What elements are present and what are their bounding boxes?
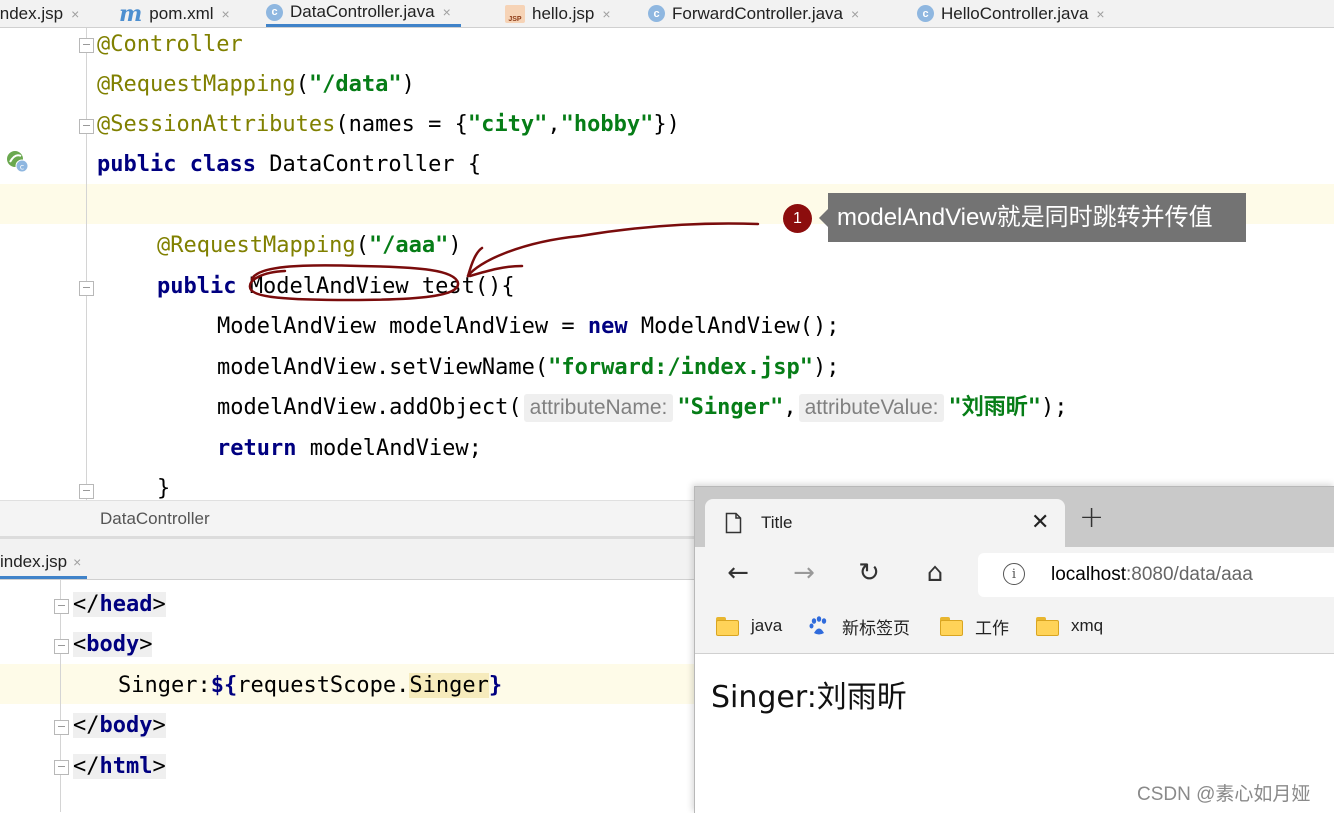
browser-window: Title ✕ + ← → ↻ ⌂ i localhost:8080/data/… bbox=[694, 486, 1334, 813]
close-icon[interactable]: × bbox=[73, 554, 81, 570]
folder-icon bbox=[716, 617, 739, 636]
java-class-icon: c bbox=[648, 5, 665, 22]
jsp-editor[interactable]: </head> <body> Singer:${requestScope.Sin… bbox=[0, 580, 700, 812]
fold-marker[interactable] bbox=[79, 119, 94, 134]
code-line-10: modelAndView.addObject(attributeName: "Si… bbox=[217, 394, 1068, 422]
jsp-line-5: </html> bbox=[73, 754, 166, 779]
browser-tab[interactable]: Title ✕ bbox=[705, 499, 1065, 547]
parameter-hint: attributeValue: bbox=[798, 394, 945, 422]
code-line-9: modelAndView.setViewName("forward:/index… bbox=[217, 355, 840, 380]
page-icon bbox=[725, 512, 742, 534]
code-line-8: ModelAndView modelAndView = new ModelAnd… bbox=[217, 314, 840, 339]
forward-icon[interactable]: → bbox=[788, 557, 820, 589]
browser-titlebar: Title ✕ + bbox=[695, 487, 1334, 547]
close-icon[interactable]: × bbox=[602, 6, 610, 22]
close-icon[interactable]: ✕ bbox=[1031, 510, 1049, 535]
browser-tab-title: Title bbox=[761, 513, 793, 532]
info-icon[interactable]: i bbox=[1003, 563, 1025, 585]
code-line-12: } bbox=[157, 476, 171, 500]
editor-tab-bar: index.jsp × m pom.xml × c DataController… bbox=[0, 0, 1334, 28]
bookmark-work[interactable]: 工作 bbox=[940, 614, 1009, 638]
watermark: CSDN @素心如月娅 bbox=[1137, 784, 1311, 805]
tab-index-jsp[interactable]: index.jsp × bbox=[0, 0, 79, 27]
code-line-7: public ModelAndView test(){ bbox=[157, 274, 515, 299]
svg-text:c: c bbox=[20, 163, 24, 172]
jsp-line-3: Singer:${requestScope.Singer} bbox=[118, 673, 503, 698]
gutter-divider bbox=[86, 28, 87, 500]
fold-marker[interactable] bbox=[54, 760, 69, 775]
fold-marker[interactable] bbox=[79, 484, 94, 499]
code-line-3: @SessionAttributes(names = {"city","hobb… bbox=[97, 112, 680, 137]
tab-hello-jsp[interactable]: JSP hello.jsp × bbox=[505, 0, 611, 27]
fold-marker[interactable] bbox=[79, 281, 94, 296]
tab-pom-xml[interactable]: m pom.xml × bbox=[119, 0, 230, 27]
jsp-line-1: </head> bbox=[73, 592, 166, 617]
jsp-line-2: <body> bbox=[73, 632, 153, 657]
parameter-hint: attributeName: bbox=[523, 394, 674, 422]
page-output-text: Singer:刘雨昕 bbox=[711, 680, 907, 715]
tab-index-jsp-bottom[interactable]: index.jsp × bbox=[0, 547, 88, 579]
close-icon[interactable]: × bbox=[851, 6, 859, 22]
bookmark-xmq[interactable]: xmq bbox=[1036, 614, 1103, 638]
breadcrumb: DataController bbox=[0, 500, 700, 537]
back-icon[interactable]: ← bbox=[722, 557, 754, 589]
code-line-2: @RequestMapping("/data") bbox=[97, 72, 415, 97]
spring-bean-icon[interactable]: c bbox=[6, 150, 28, 172]
jsp-file-icon: JSP bbox=[505, 4, 525, 23]
callout-note: modelAndView就是同时跳转并传值 bbox=[828, 193, 1246, 242]
maven-icon: m bbox=[119, 0, 143, 27]
close-icon[interactable]: × bbox=[1096, 6, 1104, 22]
new-tab-icon[interactable]: + bbox=[1079, 503, 1104, 533]
callout-pointer bbox=[819, 209, 828, 227]
bottom-editor-tab-bar: index.jsp × bbox=[0, 539, 700, 580]
bookmark-new-tab[interactable]: 新标签页 bbox=[808, 614, 910, 638]
fold-marker[interactable] bbox=[79, 38, 94, 53]
java-class-icon: c bbox=[917, 5, 934, 22]
reload-icon[interactable]: ↻ bbox=[853, 557, 885, 589]
code-editor[interactable]: c @Controller @RequestMapping("/data") @… bbox=[0, 28, 1334, 500]
home-icon[interactable]: ⌂ bbox=[919, 557, 951, 589]
code-line-11: return modelAndView; bbox=[217, 436, 482, 461]
jsp-line-4: </body> bbox=[73, 713, 166, 738]
code-line-1: @Controller bbox=[97, 32, 243, 57]
close-icon[interactable]: × bbox=[443, 4, 451, 20]
code-line-4: public class DataController { bbox=[97, 152, 482, 177]
folder-icon bbox=[940, 617, 963, 636]
callout-number-badge: 1 bbox=[783, 204, 812, 233]
java-class-icon: c bbox=[266, 3, 283, 21]
code-line-6: @RequestMapping("/aaa") bbox=[157, 233, 462, 258]
folder-icon bbox=[1036, 617, 1059, 636]
fold-marker[interactable] bbox=[54, 720, 69, 735]
close-icon[interactable]: × bbox=[222, 6, 230, 22]
close-icon[interactable]: × bbox=[71, 6, 79, 22]
gutter-divider bbox=[60, 580, 61, 812]
address-bar[interactable]: i localhost:8080/data/aaa bbox=[978, 553, 1334, 597]
tab-datacontroller-java[interactable]: c DataController.java × bbox=[266, 0, 461, 27]
bookmark-java[interactable]: java bbox=[716, 614, 782, 638]
fold-marker[interactable] bbox=[54, 599, 69, 614]
fold-marker[interactable] bbox=[54, 639, 69, 654]
tab-forwardcontroller-java[interactable]: c ForwardController.java × bbox=[648, 0, 859, 27]
baidu-paw-icon bbox=[809, 616, 827, 635]
url-text: localhost:8080/data/aaa bbox=[1051, 564, 1253, 585]
breadcrumb-class-item[interactable]: DataController bbox=[100, 509, 210, 529]
tab-hellocontroller-java[interactable]: c HelloController.java × bbox=[917, 0, 1105, 27]
